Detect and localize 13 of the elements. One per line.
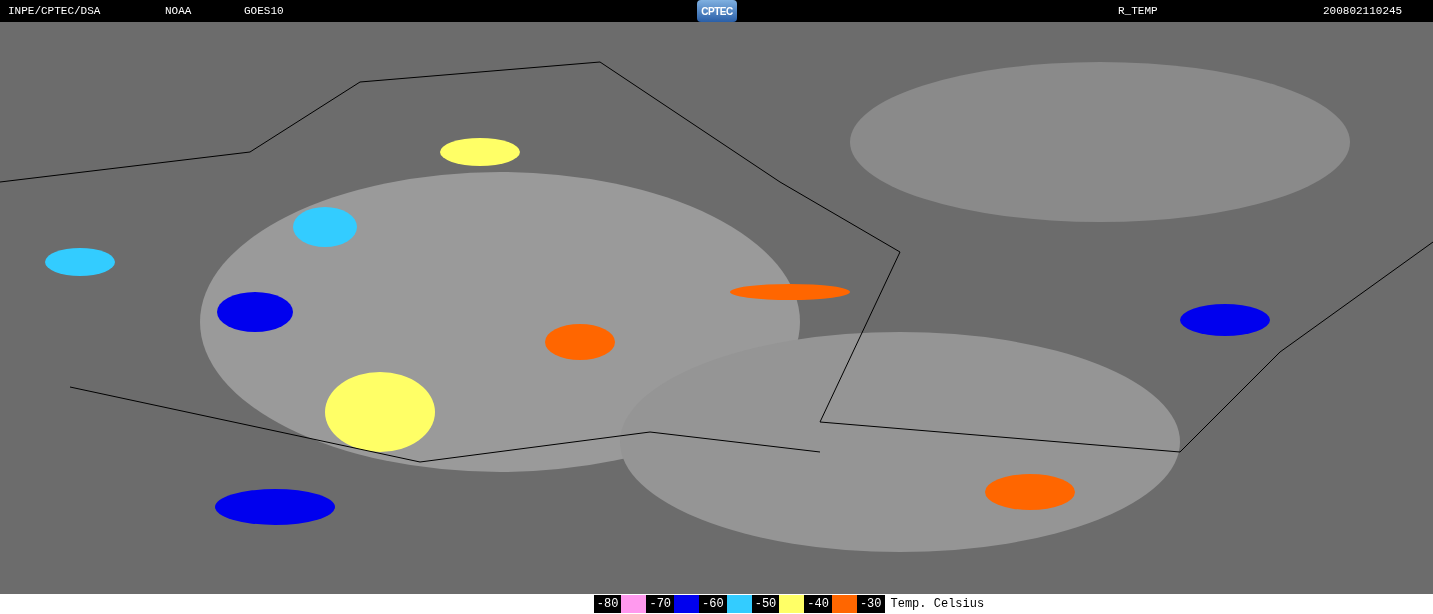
legend-label: -70 (646, 595, 675, 613)
satellite-label: GOES10 (244, 5, 285, 17)
legend-label: -60 (699, 595, 727, 613)
product-label: R_TEMP (1118, 5, 1159, 17)
legend-label: -30 (856, 595, 885, 613)
source-label: INPE/CPTEC/DSA (8, 5, 102, 17)
agency-label: NOAA (165, 5, 193, 17)
legend-label: -80 (593, 595, 622, 613)
timestamp: 200802110245 (1323, 5, 1404, 17)
legend-label: -40 (804, 595, 832, 613)
legend-label: -50 (751, 595, 780, 613)
logo: CPTEC (697, 0, 737, 22)
legend-unit: Temp. Celsius (890, 597, 985, 611)
